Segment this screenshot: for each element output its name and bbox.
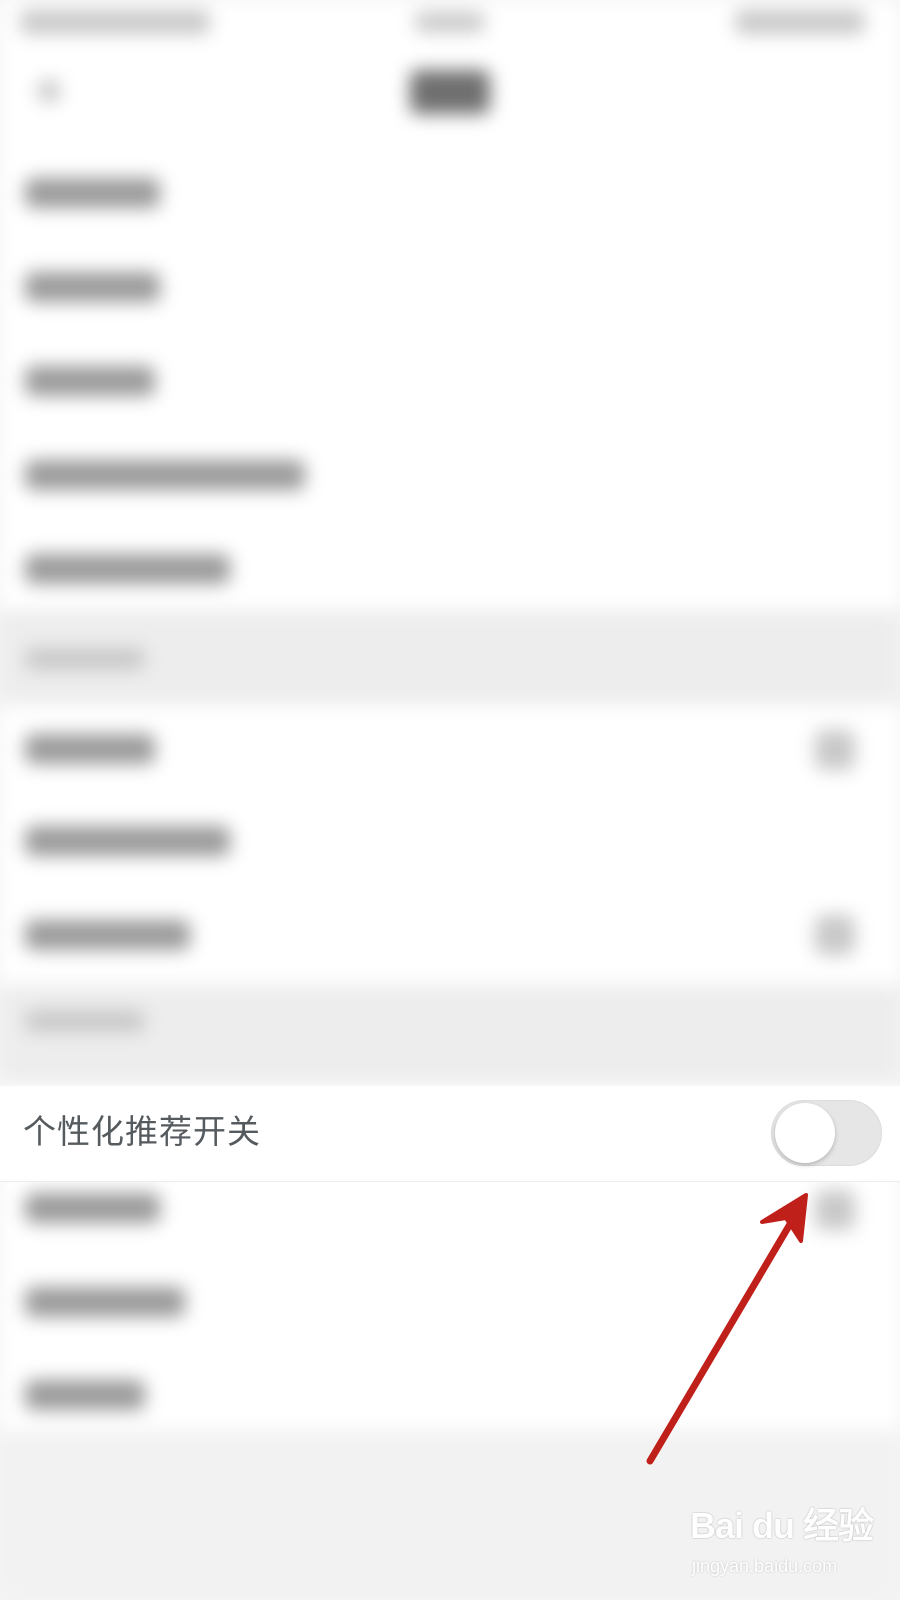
blurred-row-control: [815, 1190, 855, 1230]
blurred-row: [25, 366, 155, 396]
personalized-recommendation-toggle[interactable]: [771, 1100, 882, 1166]
blurred-row: [25, 1193, 160, 1223]
blurred-row: [25, 734, 155, 764]
blurred-section-title: [25, 648, 145, 670]
blurred-section-title: [25, 1010, 145, 1032]
blurred-row: [25, 554, 230, 584]
blurred-row: [25, 460, 305, 490]
blurred-row: [25, 272, 160, 302]
personalized-recommendation-row: 个性化推荐开关: [0, 1086, 900, 1182]
blurred-background: [0, 0, 900, 1600]
blurred-status-bar-left: [20, 10, 210, 34]
blurred-row: [25, 826, 230, 856]
blurred-row: [25, 1380, 145, 1410]
watermark-url: jingyan.baidu.com: [692, 1556, 838, 1576]
blurred-row: [25, 178, 160, 208]
blurred-page-title: [410, 70, 490, 114]
watermark-brand: Bai du 经验: [690, 1505, 874, 1546]
blurred-section-header: [0, 985, 900, 1085]
baidu-jingyan-watermark: Bai du 经验 jingyan.baidu.com: [688, 1500, 888, 1590]
blurred-status-bar-center: [415, 12, 485, 32]
blurred-status-bar-right: [735, 10, 865, 34]
blurred-back-icon: [38, 80, 60, 102]
toggle-knob: [775, 1103, 835, 1163]
blurred-row: [25, 1287, 185, 1317]
blurred-row-control: [815, 915, 855, 955]
personalized-recommendation-label: 个性化推荐开关: [23, 1112, 261, 1151]
blurred-row-control: [815, 730, 855, 770]
blurred-row: [25, 920, 190, 950]
